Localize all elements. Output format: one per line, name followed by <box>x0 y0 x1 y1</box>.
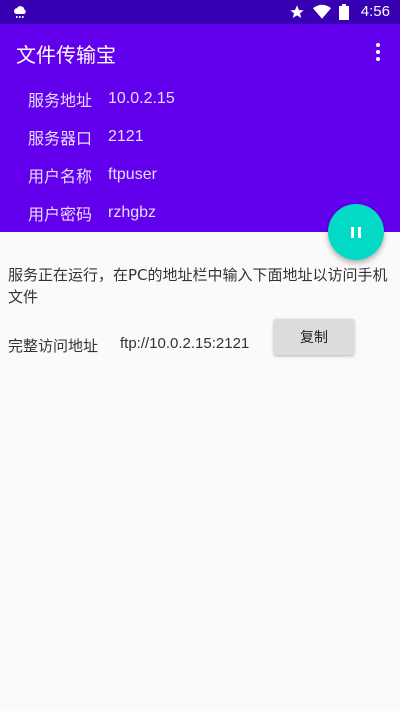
pause-icon-bar <box>358 226 361 238</box>
info-label: 服务器口 <box>28 129 93 148</box>
pause-button[interactable] <box>328 204 384 260</box>
weather-cloud-icon <box>14 6 26 18</box>
info-value: rzhgbz <box>108 204 157 221</box>
info-value: ftpuser <box>108 166 157 183</box>
info-row-username: 用户名称 ftpuser <box>28 156 157 194</box>
battery-icon <box>338 3 349 20</box>
status-bar: 4:56 <box>0 0 400 24</box>
address-value: ftp://10.0.2.15:2121 <box>120 335 250 352</box>
pause-icon <box>351 226 354 238</box>
more-vert-icon[interactable] <box>366 40 390 64</box>
info-value: 2121 <box>108 128 144 145</box>
info-value: 10.0.2.15 <box>108 90 175 107</box>
info-label: 用户密码 <box>28 205 93 224</box>
dot <box>376 43 380 47</box>
star-icon <box>290 4 304 18</box>
dot <box>376 50 380 54</box>
info-label: 服务地址 <box>28 91 93 110</box>
status-time: 4:56 <box>360 3 390 20</box>
app-title: 文件传输宝 <box>16 43 116 67</box>
info-label: 用户名称 <box>28 167 93 186</box>
info-row-password: 用户密码 rzhgbz <box>28 194 156 232</box>
copy-button[interactable]: 复制 <box>274 319 354 355</box>
info-row-port: 服务器口 2121 <box>28 118 144 156</box>
dot <box>376 57 380 61</box>
app-bar: 文件传输宝 <box>0 24 400 80</box>
info-row-address: 服务地址 10.0.2.15 <box>28 80 175 118</box>
address-label: 完整访问地址 <box>8 337 99 355</box>
wifi-icon <box>312 4 331 19</box>
status-message: 服务正在运行，在PC的地址栏中输入下面地址以访问手机文件 <box>8 266 388 306</box>
